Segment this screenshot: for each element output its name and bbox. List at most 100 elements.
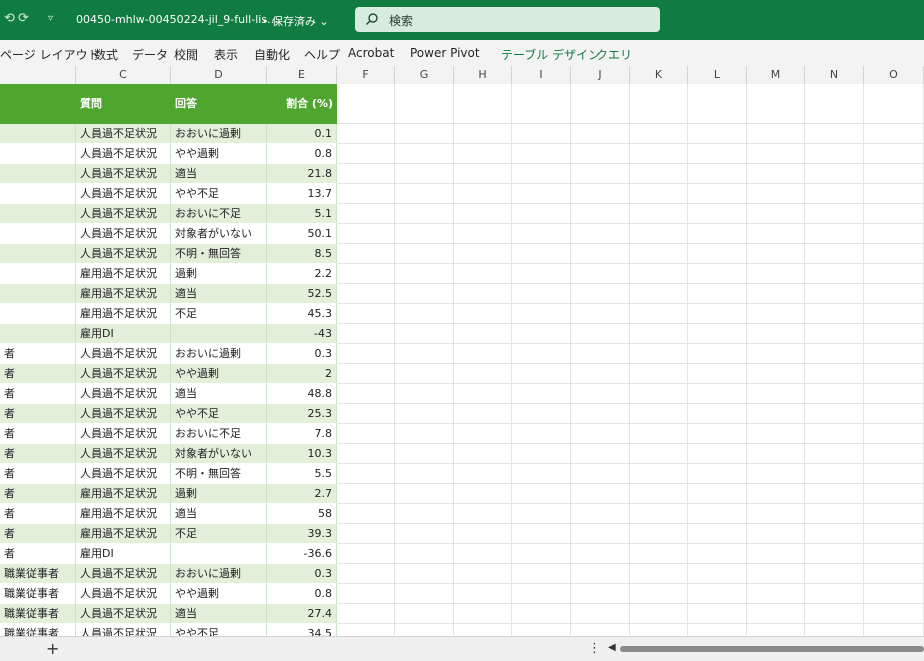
- cell-o[interactable]: [864, 324, 924, 344]
- cell-c[interactable]: 雇用過不足状況: [76, 484, 171, 504]
- cell-m[interactable]: [747, 404, 805, 424]
- cell-c[interactable]: 人員過不足状況: [76, 464, 171, 484]
- cell-i[interactable]: [512, 424, 571, 444]
- cell-o[interactable]: [864, 524, 924, 544]
- cell-l[interactable]: [688, 244, 747, 264]
- cell-c[interactable]: 人員過不足状況: [76, 384, 171, 404]
- cell-j[interactable]: [571, 224, 630, 244]
- cell-l[interactable]: [688, 344, 747, 364]
- cell-k[interactable]: [630, 424, 688, 444]
- cell-h[interactable]: [454, 84, 512, 124]
- cell-d[interactable]: おおいに過剰: [171, 124, 267, 144]
- cell-k[interactable]: [630, 404, 688, 424]
- ribbon-tab[interactable]: ページ レイアウト: [0, 46, 100, 63]
- cell-f[interactable]: [337, 84, 395, 124]
- cell-l[interactable]: [688, 304, 747, 324]
- cell-i[interactable]: [512, 604, 571, 624]
- cell-h[interactable]: [454, 364, 512, 384]
- cell-b[interactable]: 者: [0, 464, 76, 484]
- cell-l[interactable]: [688, 204, 747, 224]
- cell-d[interactable]: 不足: [171, 524, 267, 544]
- cell-e[interactable]: 8.5: [267, 244, 337, 264]
- column-header[interactable]: M: [747, 66, 805, 84]
- cell-c[interactable]: 雇用過不足状況: [76, 504, 171, 524]
- cell-i[interactable]: [512, 84, 571, 124]
- cell-f[interactable]: [337, 304, 395, 324]
- cell-c[interactable]: 質問: [76, 84, 171, 124]
- cell-b[interactable]: [0, 124, 76, 144]
- cell-g[interactable]: [395, 304, 454, 324]
- cell-g[interactable]: [395, 604, 454, 624]
- column-header[interactable]: J: [571, 66, 630, 84]
- cell-j[interactable]: [571, 584, 630, 604]
- cell-j[interactable]: [571, 124, 630, 144]
- cell-m[interactable]: [747, 384, 805, 404]
- cell-i[interactable]: [512, 444, 571, 464]
- cell-b[interactable]: 者: [0, 404, 76, 424]
- column-header[interactable]: E: [267, 66, 337, 84]
- cell-c[interactable]: 人員過不足状況: [76, 584, 171, 604]
- cell-n[interactable]: [805, 604, 864, 624]
- cell-i[interactable]: [512, 464, 571, 484]
- cell-m[interactable]: [747, 504, 805, 524]
- cell-m[interactable]: [747, 204, 805, 224]
- saved-status[interactable]: • 保存済み ⌄: [262, 13, 329, 29]
- cell-m[interactable]: [747, 524, 805, 544]
- cell-b[interactable]: 職業従事者: [0, 624, 76, 636]
- cell-h[interactable]: [454, 444, 512, 464]
- cell-f[interactable]: [337, 384, 395, 404]
- cell-d[interactable]: やや過剰: [171, 584, 267, 604]
- cell-e[interactable]: 5.5: [267, 464, 337, 484]
- cell-e[interactable]: 2.2: [267, 264, 337, 284]
- cell-e[interactable]: -36.6: [267, 544, 337, 564]
- cell-f[interactable]: [337, 604, 395, 624]
- cell-b[interactable]: 職業従事者: [0, 604, 76, 624]
- cell-n[interactable]: [805, 164, 864, 184]
- cell-m[interactable]: [747, 264, 805, 284]
- cell-f[interactable]: [337, 244, 395, 264]
- cell-k[interactable]: [630, 444, 688, 464]
- cell-j[interactable]: [571, 84, 630, 124]
- cell-b[interactable]: 者: [0, 344, 76, 364]
- ribbon-tab[interactable]: ヘルプ: [304, 46, 340, 63]
- cell-e[interactable]: 0.8: [267, 144, 337, 164]
- cell-k[interactable]: [630, 284, 688, 304]
- cell-l[interactable]: [688, 524, 747, 544]
- cell-k[interactable]: [630, 544, 688, 564]
- cell-i[interactable]: [512, 344, 571, 364]
- cell-k[interactable]: [630, 624, 688, 636]
- cell-j[interactable]: [571, 244, 630, 264]
- cell-b[interactable]: [0, 244, 76, 264]
- cell-j[interactable]: [571, 184, 630, 204]
- cell-h[interactable]: [454, 624, 512, 636]
- cell-g[interactable]: [395, 424, 454, 444]
- cell-f[interactable]: [337, 464, 395, 484]
- cell-i[interactable]: [512, 324, 571, 344]
- column-header[interactable]: G: [395, 66, 454, 84]
- cell-i[interactable]: [512, 384, 571, 404]
- column-header[interactable]: H: [454, 66, 512, 84]
- cell-h[interactable]: [454, 604, 512, 624]
- cell-o[interactable]: [864, 584, 924, 604]
- cell-l[interactable]: [688, 564, 747, 584]
- cell-g[interactable]: [395, 84, 454, 124]
- cell-d[interactable]: おおいに過剰: [171, 344, 267, 364]
- cell-b[interactable]: 者: [0, 364, 76, 384]
- cell-e[interactable]: 割合 (%): [267, 84, 337, 124]
- cell-l[interactable]: [688, 444, 747, 464]
- cell-e[interactable]: 0.3: [267, 564, 337, 584]
- cell-e[interactable]: 2: [267, 364, 337, 384]
- cell-g[interactable]: [395, 404, 454, 424]
- cell-l[interactable]: [688, 464, 747, 484]
- cell-h[interactable]: [454, 384, 512, 404]
- cell-k[interactable]: [630, 364, 688, 384]
- cell-f[interactable]: [337, 164, 395, 184]
- cell-c[interactable]: 雇用過不足状況: [76, 524, 171, 544]
- cell-n[interactable]: [805, 304, 864, 324]
- cell-c[interactable]: 人員過不足状況: [76, 244, 171, 264]
- cell-d[interactable]: 過剰: [171, 264, 267, 284]
- cell-i[interactable]: [512, 304, 571, 324]
- cell-n[interactable]: [805, 404, 864, 424]
- cell-d[interactable]: [171, 544, 267, 564]
- cell-b[interactable]: [0, 144, 76, 164]
